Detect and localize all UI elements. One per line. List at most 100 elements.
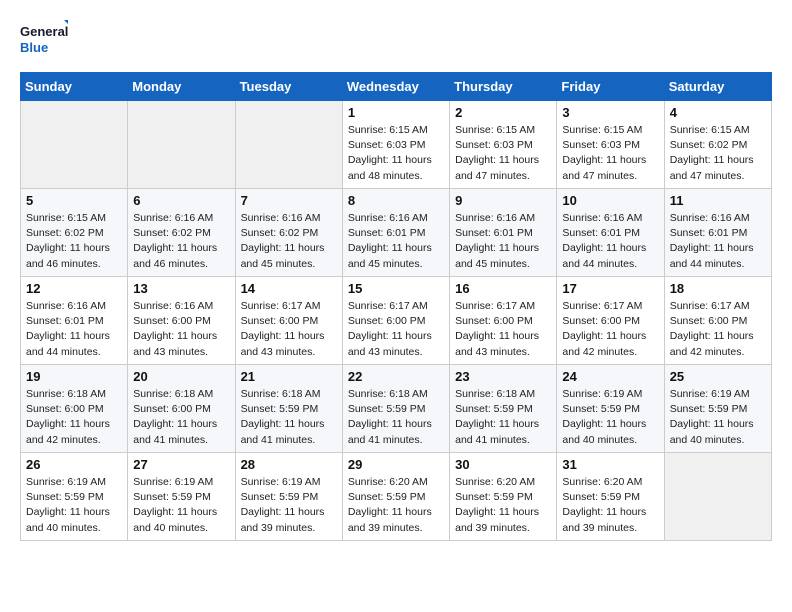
day-number: 13 (133, 281, 229, 296)
calendar-cell: 14 Sunrise: 6:17 AMSunset: 6:00 PMDayligh… (235, 277, 342, 365)
calendar-cell: 7 Sunrise: 6:16 AMSunset: 6:02 PMDaylight… (235, 189, 342, 277)
day-info: Sunrise: 6:15 AMSunset: 6:03 PMDaylight:… (562, 123, 658, 184)
calendar-cell: 11 Sunrise: 6:16 AMSunset: 6:01 PMDayligh… (664, 189, 771, 277)
day-number: 22 (348, 369, 444, 384)
calendar-body: 1 Sunrise: 6:15 AMSunset: 6:03 PMDaylight… (21, 101, 772, 541)
day-number: 11 (670, 193, 766, 208)
day-info: Sunrise: 6:19 AMSunset: 5:59 PMDaylight:… (26, 475, 122, 536)
day-info: Sunrise: 6:19 AMSunset: 5:59 PMDaylight:… (241, 475, 337, 536)
day-info: Sunrise: 6:17 AMSunset: 6:00 PMDaylight:… (241, 299, 337, 360)
day-info: Sunrise: 6:16 AMSunset: 6:01 PMDaylight:… (455, 211, 551, 272)
calendar-week-2: 5 Sunrise: 6:15 AMSunset: 6:02 PMDaylight… (21, 189, 772, 277)
calendar-cell (664, 453, 771, 541)
day-number: 17 (562, 281, 658, 296)
day-number: 8 (348, 193, 444, 208)
day-number: 14 (241, 281, 337, 296)
day-number: 24 (562, 369, 658, 384)
day-info: Sunrise: 6:20 AMSunset: 5:59 PMDaylight:… (455, 475, 551, 536)
calendar-week-5: 26 Sunrise: 6:19 AMSunset: 5:59 PMDayligh… (21, 453, 772, 541)
day-info: Sunrise: 6:18 AMSunset: 5:59 PMDaylight:… (241, 387, 337, 448)
calendar-table: SundayMondayTuesdayWednesdayThursdayFrid… (20, 72, 772, 541)
day-info: Sunrise: 6:19 AMSunset: 5:59 PMDaylight:… (670, 387, 766, 448)
day-info: Sunrise: 6:20 AMSunset: 5:59 PMDaylight:… (562, 475, 658, 536)
calendar-cell: 6Sunrise: 6:16 AMSunset: 6:02 PMDaylight… (128, 189, 235, 277)
calendar-cell: 29 Sunrise: 6:20 AMSunset: 5:59 PMDayligh… (342, 453, 449, 541)
day-info: Sunrise: 6:16 AMSunset: 6:01 PMDaylight:… (670, 211, 766, 272)
day-number: 1 (348, 105, 444, 120)
logo: General Blue (20, 20, 68, 62)
day-info: Sunrise: 6:16 AMSunset: 6:01 PMDaylight:… (348, 211, 444, 272)
day-number: 29 (348, 457, 444, 472)
day-number: 15 (348, 281, 444, 296)
day-info: Sunrise: 6:17 AMSunset: 6:00 PMDaylight:… (670, 299, 766, 360)
day-info: Sunrise: 6:17 AMSunset: 6:00 PMDaylight:… (455, 299, 551, 360)
day-number: 27 (133, 457, 229, 472)
header-day-saturday: Saturday (664, 73, 771, 101)
calendar-cell (128, 101, 235, 189)
calendar-cell: 26 Sunrise: 6:19 AMSunset: 5:59 PMDayligh… (21, 453, 128, 541)
calendar-week-1: 1 Sunrise: 6:15 AMSunset: 6:03 PMDaylight… (21, 101, 772, 189)
logo: General Blue (20, 20, 68, 62)
calendar-week-3: 12Sunrise: 6:16 AMSunset: 6:01 PMDayligh… (21, 277, 772, 365)
page-header: General Blue (20, 20, 772, 62)
day-info: Sunrise: 6:16 AMSunset: 6:02 PMDaylight:… (133, 211, 229, 272)
day-info: Sunrise: 6:19 AMSunset: 5:59 PMDaylight:… (562, 387, 658, 448)
day-number: 2 (455, 105, 551, 120)
calendar-cell: 3 Sunrise: 6:15 AMSunset: 6:03 PMDaylight… (557, 101, 664, 189)
day-info: Sunrise: 6:16 AMSunset: 6:01 PMDaylight:… (562, 211, 658, 272)
day-info: Sunrise: 6:17 AMSunset: 6:00 PMDaylight:… (562, 299, 658, 360)
day-info: Sunrise: 6:15 AMSunset: 6:02 PMDaylight:… (670, 123, 766, 184)
calendar-cell: 2 Sunrise: 6:15 AMSunset: 6:03 PMDaylight… (450, 101, 557, 189)
calendar-cell (21, 101, 128, 189)
calendar-cell: 30 Sunrise: 6:20 AMSunset: 5:59 PMDayligh… (450, 453, 557, 541)
calendar-cell: 1 Sunrise: 6:15 AMSunset: 6:03 PMDaylight… (342, 101, 449, 189)
calendar-cell: 23 Sunrise: 6:18 AMSunset: 5:59 PMDayligh… (450, 365, 557, 453)
day-info: Sunrise: 6:18 AMSunset: 6:00 PMDaylight:… (133, 387, 229, 448)
calendar-cell: 10 Sunrise: 6:16 AMSunset: 6:01 PMDayligh… (557, 189, 664, 277)
day-info: Sunrise: 6:19 AMSunset: 5:59 PMDaylight:… (133, 475, 229, 536)
day-number: 30 (455, 457, 551, 472)
day-number: 7 (241, 193, 337, 208)
calendar-cell: 9 Sunrise: 6:16 AMSunset: 6:01 PMDaylight… (450, 189, 557, 277)
header-day-monday: Monday (128, 73, 235, 101)
calendar-cell: 27 Sunrise: 6:19 AMSunset: 5:59 PMDayligh… (128, 453, 235, 541)
calendar-cell: 31 Sunrise: 6:20 AMSunset: 5:59 PMDayligh… (557, 453, 664, 541)
day-info: Sunrise: 6:16 AMSunset: 6:00 PMDaylight:… (133, 299, 229, 360)
calendar-cell: 13 Sunrise: 6:16 AMSunset: 6:00 PMDayligh… (128, 277, 235, 365)
day-number: 20 (133, 369, 229, 384)
day-info: Sunrise: 6:20 AMSunset: 5:59 PMDaylight:… (348, 475, 444, 536)
calendar-cell: 15Sunrise: 6:17 AMSunset: 6:00 PMDayligh… (342, 277, 449, 365)
day-info: Sunrise: 6:15 AMSunset: 6:03 PMDaylight:… (455, 123, 551, 184)
day-number: 23 (455, 369, 551, 384)
day-number: 3 (562, 105, 658, 120)
calendar-week-4: 19Sunrise: 6:18 AMSunset: 6:00 PMDayligh… (21, 365, 772, 453)
day-info: Sunrise: 6:15 AMSunset: 6:02 PMDaylight:… (26, 211, 122, 272)
svg-text:General: General (20, 24, 68, 39)
calendar-cell: 25 Sunrise: 6:19 AMSunset: 5:59 PMDayligh… (664, 365, 771, 453)
day-info: Sunrise: 6:18 AMSunset: 6:00 PMDaylight:… (26, 387, 122, 448)
day-info: Sunrise: 6:16 AMSunset: 6:02 PMDaylight:… (241, 211, 337, 272)
header-day-wednesday: Wednesday (342, 73, 449, 101)
day-number: 18 (670, 281, 766, 296)
calendar-cell: 19Sunrise: 6:18 AMSunset: 6:00 PMDayligh… (21, 365, 128, 453)
day-number: 28 (241, 457, 337, 472)
svg-text:Blue: Blue (20, 40, 48, 55)
logo-icon: General Blue (20, 20, 68, 62)
day-number: 25 (670, 369, 766, 384)
calendar-header-row: SundayMondayTuesdayWednesdayThursdayFrid… (21, 73, 772, 101)
day-info: Sunrise: 6:18 AMSunset: 5:59 PMDaylight:… (455, 387, 551, 448)
day-info: Sunrise: 6:15 AMSunset: 6:03 PMDaylight:… (348, 123, 444, 184)
day-number: 9 (455, 193, 551, 208)
header-day-sunday: Sunday (21, 73, 128, 101)
calendar-cell: 5 Sunrise: 6:15 AMSunset: 6:02 PMDaylight… (21, 189, 128, 277)
day-number: 4 (670, 105, 766, 120)
day-number: 10 (562, 193, 658, 208)
header-day-friday: Friday (557, 73, 664, 101)
header-day-thursday: Thursday (450, 73, 557, 101)
header-day-tuesday: Tuesday (235, 73, 342, 101)
calendar-cell: 24 Sunrise: 6:19 AMSunset: 5:59 PMDayligh… (557, 365, 664, 453)
day-number: 26 (26, 457, 122, 472)
day-number: 31 (562, 457, 658, 472)
calendar-cell: 4 Sunrise: 6:15 AMSunset: 6:02 PMDaylight… (664, 101, 771, 189)
day-number: 5 (26, 193, 122, 208)
